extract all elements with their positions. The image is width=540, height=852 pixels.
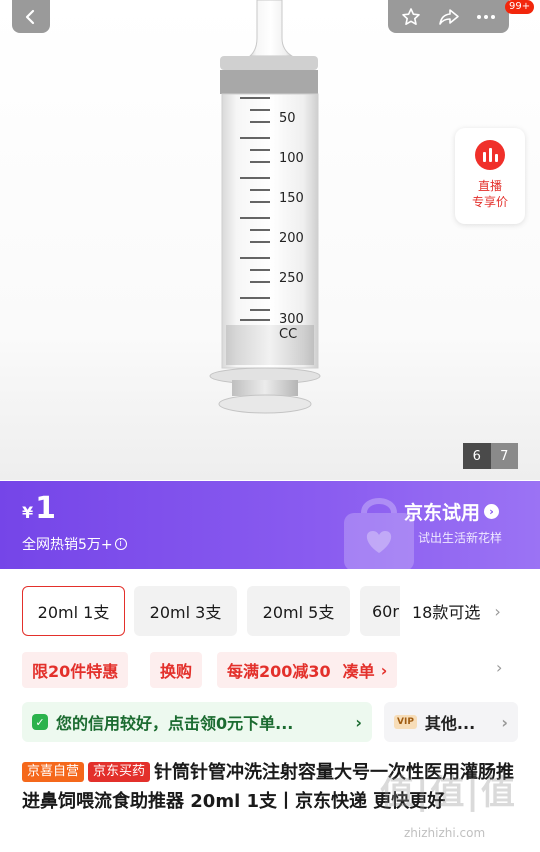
sku-more-button[interactable]: 18款可选 › (400, 586, 501, 636)
scale-label: 200 (279, 231, 304, 246)
price: ¥ 1 (22, 491, 56, 526)
jd-pharmacy-label: 京东买药 (88, 762, 151, 782)
live-label: 直播 (477, 179, 502, 193)
trial-title: 京东试用 (404, 502, 481, 524)
scale-label: 150 (279, 191, 304, 206)
scale-label: CC (279, 327, 297, 342)
promo-tag-limited[interactable]: 限20件特惠 (22, 652, 129, 688)
chevron-right-icon: › (380, 660, 388, 680)
favorite-button[interactable] (394, 0, 428, 33)
tag-label: 限20件特惠 (32, 662, 119, 681)
current-image-index: 6 (463, 443, 491, 469)
chevron-right-icon: › (494, 601, 501, 621)
price-banner[interactable]: ¥ 1 全网热销5万+ i (0, 481, 540, 569)
other-offers[interactable]: VIP 其他... › (384, 702, 518, 742)
chevron-left-icon (25, 9, 35, 24)
vip-badge-icon: VIP (394, 715, 417, 729)
promo-tag-exchange[interactable]: 换购 (150, 652, 203, 688)
chevron-right-icon: › (484, 504, 500, 519)
total-image-count: 7 (490, 443, 518, 469)
trial-subtitle: 试出生活新花样 (418, 531, 503, 545)
add-on-label: 凑单 (342, 662, 375, 681)
live-price-card[interactable]: 直播 专享价 (455, 128, 525, 224)
hot-sales-label: 全网热销5万+ (22, 537, 113, 553)
scale-label: 100 (279, 151, 304, 166)
sku-count-label: 18款可选 (412, 603, 481, 622)
other-offers-text: 其他... (424, 714, 476, 733)
star-icon (402, 7, 420, 25)
product-image-syringe: 50 100 150 200 250 300 CC (209, 0, 321, 414)
scale-label: 250 (279, 271, 304, 286)
image-page-indicator: 6 7 (463, 443, 518, 469)
hot-sales[interactable]: 全网热销5万+ i (22, 534, 127, 554)
scale-label: 300 (279, 312, 304, 327)
price-currency: ¥ (22, 503, 34, 522)
chevron-right-icon: › (501, 712, 508, 732)
watermark-url: zhizhizhi.com (404, 826, 486, 840)
tag-label: 每满200减30 (227, 662, 331, 681)
back-button[interactable] (12, 0, 50, 33)
sku-option[interactable]: 20ml 3支 (134, 586, 237, 636)
credit-text: 您的信用较好，点击领0元下单... (56, 714, 294, 733)
header-actions (388, 0, 509, 33)
scale-label: 50 (279, 111, 296, 126)
chevron-right-icon[interactable]: › (496, 658, 502, 677)
price-value: 1 (35, 491, 57, 526)
share-icon (438, 8, 459, 25)
tag-label: 换购 (160, 662, 193, 681)
shield-check-icon: ✓ (32, 714, 48, 730)
info-icon: i (114, 538, 127, 550)
message-badge: 99+ (505, 0, 535, 14)
live-price-label: 专享价 (471, 195, 508, 209)
more-icon (477, 14, 495, 19)
live-stream-icon (475, 140, 505, 170)
jd-trial-link[interactable]: 京东试用 › (404, 498, 500, 525)
credit-offer[interactable]: ✓ 您的信用较好，点击领0元下单... › (22, 702, 372, 742)
more-button[interactable] (469, 0, 503, 33)
sku-option[interactable]: 20ml 5支 (247, 586, 350, 636)
watermark-logo: 值|值|值 (380, 773, 517, 813)
chevron-right-icon: › (355, 712, 362, 732)
sku-option[interactable]: 20ml 1支 (22, 586, 125, 636)
product-image-gallery[interactable]: 50 100 150 200 250 300 CC 99+ 直播 专享价 6 7 (0, 0, 540, 480)
promo-tag-discount[interactable]: 每满200减30 凑单 › (217, 652, 398, 688)
share-button[interactable] (432, 0, 466, 33)
jingxi-self-operated-label: 京喜自营 (22, 762, 85, 782)
